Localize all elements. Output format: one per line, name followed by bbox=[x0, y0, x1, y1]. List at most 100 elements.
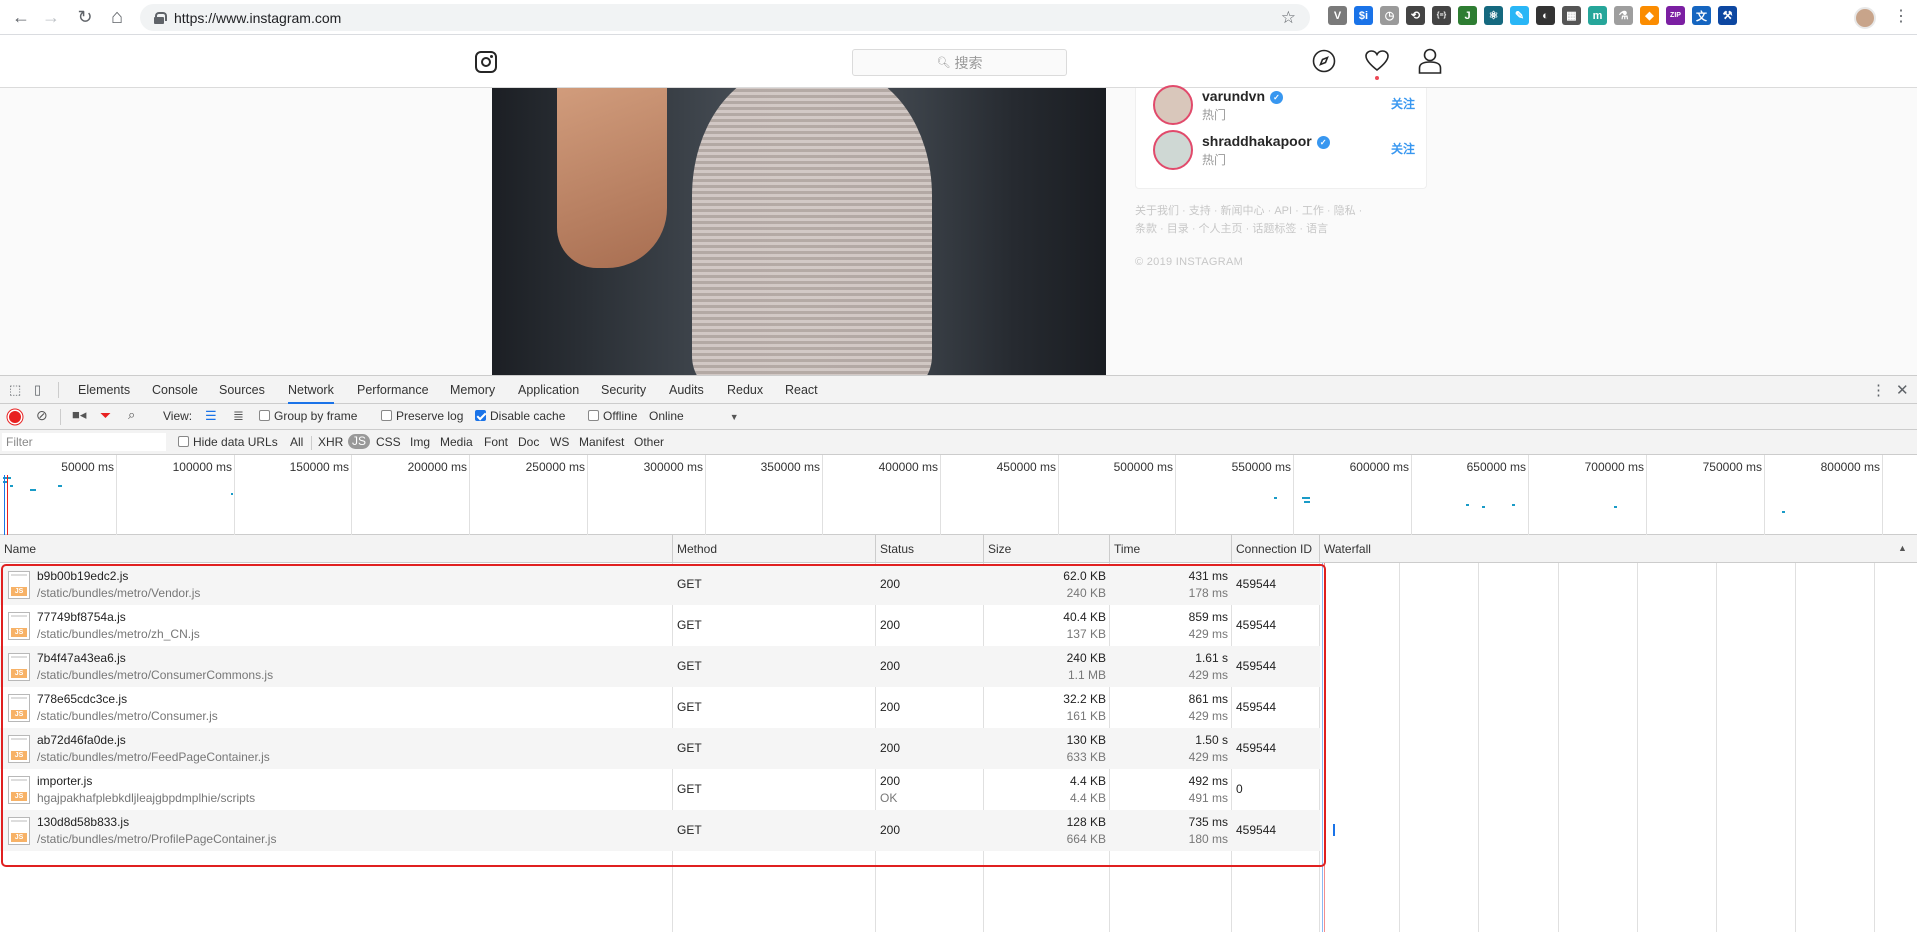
filter-input[interactable]: Filter bbox=[2, 433, 166, 451]
react-icon[interactable]: ⚛ bbox=[1484, 6, 1503, 25]
table-row[interactable]: JS 778e65cdc3ce.js/static/bundles/metro/C… bbox=[0, 687, 1320, 728]
follow-button[interactable]: 关注 bbox=[1391, 95, 1415, 112]
table-row[interactable]: JS 77749bf8754a.js/static/bundles/metro/z… bbox=[0, 605, 1320, 646]
home-button[interactable]: ⌂ bbox=[100, 0, 134, 35]
timeline-gridline bbox=[1411, 455, 1412, 535]
overview-waterfall-icon[interactable]: ≣ bbox=[233, 408, 244, 424]
tool-icon[interactable]: ⚒ bbox=[1718, 6, 1737, 25]
tab-elements[interactable]: Elements bbox=[78, 376, 130, 404]
filter-type-css[interactable]: CSS bbox=[376, 435, 401, 449]
tab-network[interactable]: Network bbox=[288, 376, 334, 404]
preserve-log-checkbox[interactable]: Preserve log bbox=[381, 409, 463, 423]
profile-user-icon[interactable] bbox=[1417, 48, 1443, 74]
clear-icon[interactable]: ⊘ bbox=[36, 407, 48, 424]
request-size: 128 KB bbox=[1066, 815, 1106, 829]
disable-cache-checkbox[interactable]: Disable cache bbox=[475, 409, 565, 423]
clock-icon[interactable]: ◷ bbox=[1380, 6, 1399, 25]
profile-avatar[interactable] bbox=[1854, 7, 1876, 29]
table-row[interactable]: JS b9b00b19edc2.js/static/bundles/metro/V… bbox=[0, 564, 1320, 605]
inspect-element-icon[interactable]: ⬚ bbox=[9, 382, 21, 398]
waterfall-bar[interactable] bbox=[1333, 824, 1335, 836]
suggestion-username[interactable]: varundvn ✓ bbox=[1202, 88, 1284, 104]
instagram-logo-icon[interactable] bbox=[475, 51, 497, 73]
offline-checkbox[interactable]: Offline bbox=[588, 409, 637, 423]
footer-links-line[interactable]: 关于我们 · 支持 · 新闻中心 · API · 工作 · 隐私 · bbox=[1135, 202, 1395, 220]
activity-heart-icon[interactable] bbox=[1364, 48, 1390, 80]
sync-icon[interactable]: ⟲ bbox=[1406, 6, 1425, 25]
dark-icon[interactable]: ◐ bbox=[1536, 6, 1555, 25]
column-waterfall[interactable]: Waterfall bbox=[1320, 535, 1917, 563]
footer-links-line[interactable]: 条款 · 目录 · 个人主页 · 话题标签 · 语言 bbox=[1135, 220, 1395, 238]
tab-redux[interactable]: Redux bbox=[727, 376, 763, 404]
filter-type-all[interactable]: All bbox=[290, 435, 303, 449]
address-bar[interactable]: https://www.instagram.com ☆ bbox=[140, 4, 1310, 31]
tab-react[interactable]: React bbox=[785, 376, 818, 404]
filter-type-doc[interactable]: Doc bbox=[518, 435, 539, 449]
table-row[interactable]: JS importer.js hgajpakhafplebkdljleajgbpdm… bbox=[0, 769, 1320, 810]
explore-compass-icon[interactable] bbox=[1311, 48, 1337, 74]
forward-button[interactable]: → bbox=[34, 0, 68, 35]
filter-funnel-icon[interactable]: ⏷ bbox=[100, 407, 111, 424]
column-name[interactable]: Name bbox=[0, 535, 673, 563]
request-path: /static/bundles/metro/Vendor.js bbox=[37, 586, 201, 600]
footer-links[interactable]: 关于我们 · 支持 · 新闻中心 · API · 工作 · 隐私 · 条款 · … bbox=[1135, 202, 1395, 238]
search-icon[interactable]: ⌕ bbox=[128, 407, 135, 423]
m-icon[interactable]: m bbox=[1588, 6, 1607, 25]
capture-screenshots-icon[interactable]: ■◂ bbox=[72, 407, 86, 423]
device-toolbar-icon[interactable]: ▯ bbox=[34, 382, 41, 398]
filter-type-js[interactable]: JS bbox=[348, 434, 371, 449]
table-row[interactable]: JS 7b4f47a43ea6.js/static/bundles/metro/C… bbox=[0, 646, 1320, 687]
group-by-frame-checkbox[interactable]: Group by frame bbox=[259, 409, 357, 423]
tab-security[interactable]: Security bbox=[601, 376, 646, 404]
follow-button[interactable]: 关注 bbox=[1391, 140, 1415, 157]
calendar-icon[interactable]: ▦ bbox=[1562, 6, 1581, 25]
close-icon[interactable]: ✕ bbox=[1896, 381, 1909, 399]
large-rows-icon[interactable]: ☰ bbox=[205, 408, 217, 424]
filter-type-other[interactable]: Other bbox=[634, 435, 664, 449]
throttling-select[interactable]: Online ▼ bbox=[649, 409, 739, 423]
vue-icon[interactable]: V bbox=[1328, 6, 1347, 25]
column-connection-id[interactable]: Connection ID bbox=[1232, 535, 1320, 563]
table-row[interactable]: JS ab72d46fa0de.js/static/bundles/metro/F… bbox=[0, 728, 1320, 769]
search-input[interactable]: 🔍︎ 搜索 bbox=[852, 49, 1067, 76]
bracket-icon[interactable]: {≡} bbox=[1432, 6, 1451, 25]
tab-application[interactable]: Application bbox=[518, 376, 579, 404]
j-icon[interactable]: J bbox=[1458, 6, 1477, 25]
filter-type-font[interactable]: Font bbox=[484, 435, 508, 449]
dollar-icon[interactable]: $i bbox=[1354, 6, 1373, 25]
fox-icon[interactable]: ◆ bbox=[1640, 6, 1659, 25]
tab-memory[interactable]: Memory bbox=[450, 376, 495, 404]
filter-type-img[interactable]: Img bbox=[410, 435, 430, 449]
column-method[interactable]: Method bbox=[673, 535, 876, 563]
network-overview-timeline[interactable]: 50000 ms 100000 ms 150000 ms 200000 ms 25000… bbox=[0, 455, 1917, 535]
tab-console[interactable]: Console bbox=[152, 376, 198, 404]
file-type-badge: JS bbox=[11, 792, 27, 801]
column-status[interactable]: Status bbox=[876, 535, 984, 563]
column-time[interactable]: Time bbox=[1110, 535, 1232, 563]
filter-type-media[interactable]: Media bbox=[440, 435, 473, 449]
reload-button[interactable]: ↻ bbox=[68, 0, 102, 35]
zip-icon[interactable]: ZIP bbox=[1666, 6, 1685, 25]
post-photo[interactable] bbox=[492, 88, 1106, 375]
translate-icon[interactable]: 文 bbox=[1692, 6, 1711, 25]
tab-sources[interactable]: Sources bbox=[219, 376, 265, 404]
record-button[interactable] bbox=[9, 411, 21, 423]
flask-icon[interactable]: ⚗ bbox=[1614, 6, 1633, 25]
bookmark-star-icon[interactable]: ☆ bbox=[1281, 8, 1296, 28]
tab-performance[interactable]: Performance bbox=[357, 376, 429, 404]
hide-data-urls-checkbox[interactable]: Hide data URLs bbox=[178, 435, 278, 449]
filter-type-xhr[interactable]: XHR bbox=[318, 435, 343, 449]
column-size[interactable]: Size bbox=[984, 535, 1110, 563]
filter-type-manifest[interactable]: Manifest bbox=[579, 435, 624, 449]
devtools-menu-icon[interactable]: ⋮ bbox=[1871, 381, 1886, 399]
avatar[interactable] bbox=[1153, 85, 1193, 125]
feather-icon[interactable]: ✎ bbox=[1510, 6, 1529, 25]
chrome-menu-icon[interactable]: ⋮ bbox=[1893, 6, 1909, 26]
back-button[interactable]: ← bbox=[4, 0, 38, 35]
table-row[interactable]: JS 130d8d58b833.js/static/bundles/metro/P… bbox=[0, 810, 1320, 851]
timeline-tick-label: 800000 ms bbox=[1820, 460, 1880, 474]
suggestion-username[interactable]: shraddhakapoor ✓ bbox=[1202, 133, 1330, 149]
tab-audits[interactable]: Audits bbox=[669, 376, 704, 404]
filter-type-ws[interactable]: WS bbox=[550, 435, 569, 449]
avatar[interactable] bbox=[1153, 130, 1193, 170]
